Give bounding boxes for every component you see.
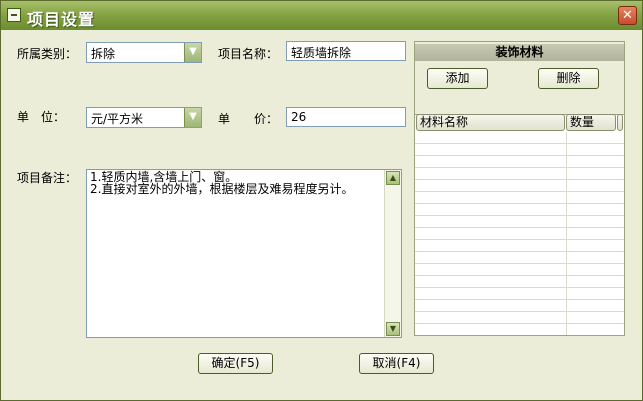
unit-value: 元/平方米 <box>91 112 144 126</box>
system-menu-icon[interactable] <box>7 8 21 22</box>
price-label: 单 价： <box>218 112 279 126</box>
chevron-down-icon[interactable]: ▼ <box>184 43 201 62</box>
project-name-input[interactable]: 轻质墙拆除 <box>286 41 406 61</box>
add-material-button[interactable]: 添加 <box>427 68 488 89</box>
note-textarea[interactable]: 1.轻质内墙,含墙上门、窗。 2.直接对室外的外墙，根据楼层及难易程度另计。 ▲… <box>86 169 402 338</box>
column-divider <box>566 132 567 335</box>
price-input[interactable]: 26 <box>286 107 406 127</box>
cancel-button[interactable]: 取消(F4) <box>359 353 434 374</box>
project-name-label: 项目名称： <box>218 47 279 61</box>
window-title: 项目设置 <box>27 10 96 29</box>
ok-button[interactable]: 确定(F5) <box>198 353 273 374</box>
materials-panel-header: 装饰材料 添加 删除 <box>415 42 624 115</box>
unit-select[interactable]: 元/平方米 ▼ <box>86 107 202 128</box>
category-select[interactable]: 拆除 ▼ <box>86 42 202 63</box>
column-header-quantity[interactable]: 数量 <box>566 114 616 131</box>
column-header-material-name[interactable]: 材料名称 <box>416 114 565 131</box>
column-header-filler <box>617 114 623 131</box>
materials-panel: 装饰材料 添加 删除 材料名称 数量 <box>414 41 625 336</box>
category-value: 拆除 <box>91 47 116 61</box>
materials-table[interactable]: 材料名称 数量 <box>415 114 624 335</box>
project-settings-dialog: 项目设置 ✕ 所属类别： 拆除 ▼ 项目名称： 轻质墙拆除 单 位： 元/平方米… <box>0 0 643 401</box>
close-button[interactable]: ✕ <box>618 6 637 25</box>
category-label: 所属类别： <box>17 47 78 61</box>
scroll-up-icon[interactable]: ▲ <box>386 171 400 185</box>
note-line-2: 2.直接对室外的外墙，根据楼层及难易程度另计。 <box>90 182 354 196</box>
materials-panel-title: 装饰材料 <box>415 44 624 61</box>
chevron-down-icon[interactable]: ▼ <box>184 108 201 127</box>
unit-label: 单 位： <box>17 110 66 124</box>
table-rows[interactable] <box>415 132 624 335</box>
scroll-down-icon[interactable]: ▼ <box>386 322 400 336</box>
note-label: 项目备注： <box>17 171 78 185</box>
title-bar[interactable]: 项目设置 ✕ <box>1 1 642 30</box>
note-scrollbar[interactable]: ▲ ▼ <box>384 170 401 337</box>
delete-material-button[interactable]: 删除 <box>538 68 599 89</box>
